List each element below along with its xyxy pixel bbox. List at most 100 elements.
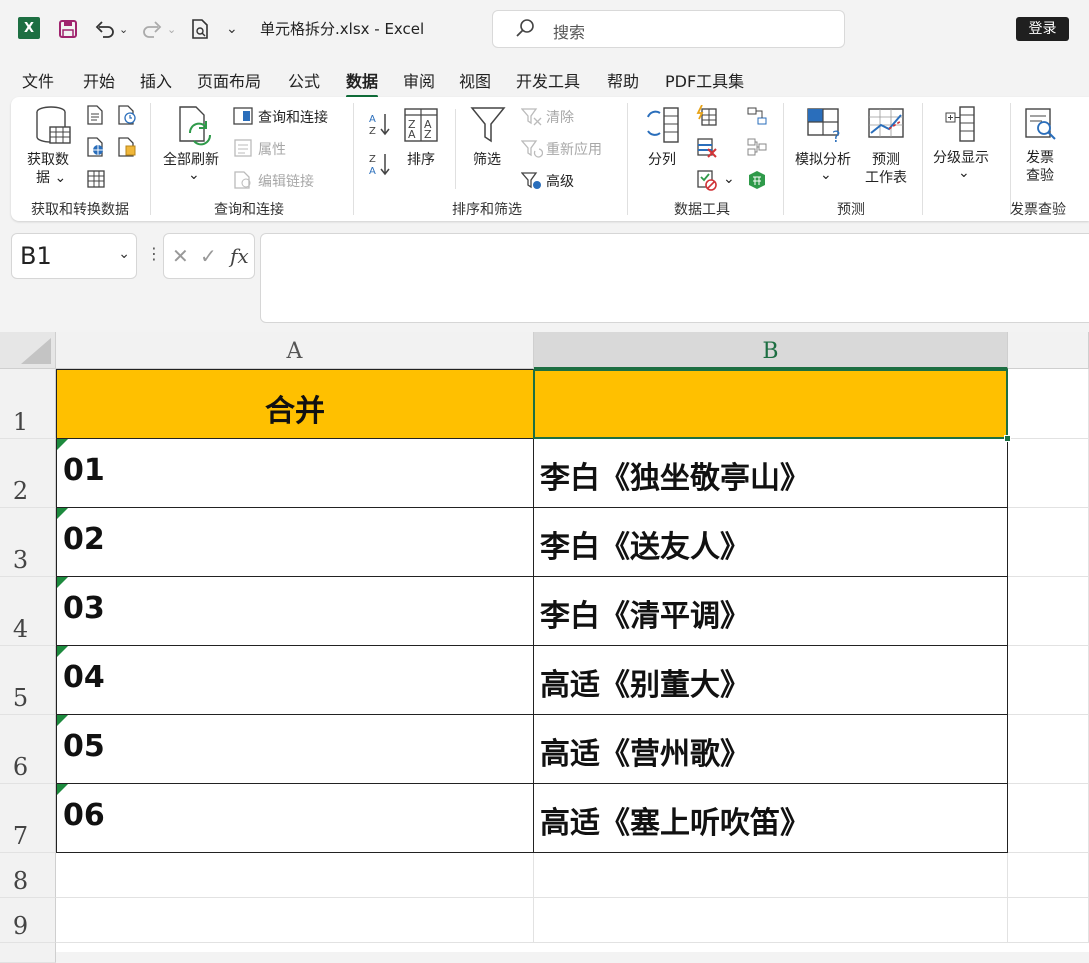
cell-c6[interactable] [1008, 715, 1089, 784]
edit-links-icon[interactable] [233, 171, 253, 193]
forecast-sheet-icon[interactable] [867, 105, 907, 149]
advanced-filter-icon[interactable] [520, 171, 543, 195]
reapply-icon[interactable] [520, 139, 544, 163]
print-preview-icon[interactable] [190, 14, 210, 44]
cell-b9[interactable] [534, 898, 1008, 943]
recent-sources-icon[interactable] [117, 105, 137, 129]
refresh-all-dropdown-icon[interactable]: ⌄ [188, 167, 200, 183]
cell-b2[interactable]: 李白《独坐敬亭山》 [533, 438, 1008, 508]
advanced-filter-label[interactable]: 高级 [546, 171, 574, 191]
tab-view[interactable]: 视图 [459, 68, 491, 92]
enter-icon[interactable]: ✓ [200, 244, 217, 268]
undo-dropdown-icon[interactable]: ⌄ [119, 14, 128, 44]
clear-filter-label[interactable]: 清除 [546, 107, 574, 127]
select-all-corner[interactable] [0, 332, 56, 369]
cell-c3[interactable] [1008, 508, 1089, 577]
reapply-label[interactable]: 重新应用 [546, 139, 602, 159]
refresh-all-label[interactable]: 全部刷新 [163, 149, 219, 169]
tab-developer[interactable]: 开发工具 [516, 68, 580, 92]
tab-home[interactable]: 开始 [83, 68, 115, 92]
redo-icon[interactable] [141, 14, 163, 44]
cell-c2[interactable] [1008, 439, 1089, 508]
cell-a6[interactable]: 05 [56, 714, 534, 784]
edit-links-label[interactable]: 编辑链接 [258, 171, 314, 191]
cell-b3[interactable]: 李白《送友人》 [533, 507, 1008, 577]
row-header[interactable]: 5 [0, 646, 56, 715]
filter-label[interactable]: 筛选 [473, 149, 501, 169]
cell-c8[interactable] [1008, 853, 1089, 898]
cell-a4[interactable]: 03 [56, 576, 534, 646]
consolidate-icon[interactable] [746, 137, 768, 163]
cell-a7[interactable]: 06 [56, 783, 534, 853]
sort-a-z-icon[interactable]: AZ [368, 111, 392, 141]
properties-icon[interactable] [233, 139, 253, 161]
row-header[interactable]: 3 [0, 508, 56, 577]
cell-b6[interactable]: 高适《营州歌》 [533, 714, 1008, 784]
tab-insert[interactable]: 插入 [140, 68, 172, 92]
fill-handle[interactable] [1004, 435, 1011, 442]
get-data-label[interactable]: 获取数 [27, 149, 69, 169]
refresh-all-icon[interactable] [176, 105, 216, 151]
sort-z-a-icon[interactable]: ZA [368, 151, 392, 181]
cell-a8[interactable] [56, 853, 534, 898]
data-model-icon[interactable] [746, 169, 768, 195]
search-box[interactable]: 搜索 [492, 10, 845, 48]
column-header-b[interactable]: B [534, 332, 1008, 369]
outline-icon[interactable] [944, 105, 980, 149]
row-header[interactable]: 1 [0, 369, 56, 439]
row-header[interactable]: 8 [0, 853, 56, 898]
from-table-icon[interactable] [86, 169, 106, 193]
data-validation-icon[interactable] [696, 169, 718, 195]
filter-icon[interactable] [470, 105, 506, 149]
column-header-a[interactable]: A [56, 332, 534, 369]
cell-b5[interactable]: 高适《别董大》 [533, 645, 1008, 715]
cell-a1[interactable]: 合并 [56, 369, 534, 439]
what-if-analysis-icon[interactable]: ? [806, 105, 846, 149]
invoice-check-label-2[interactable]: 查验 [1026, 165, 1054, 185]
cell-b8[interactable] [534, 853, 1008, 898]
queries-connections-label[interactable]: 查询和连接 [258, 107, 328, 127]
outline-dropdown-icon[interactable]: ⌄ [958, 165, 970, 181]
save-icon[interactable] [58, 14, 78, 44]
tab-formulas[interactable]: 公式 [288, 68, 320, 92]
cell-c7[interactable] [1008, 784, 1089, 853]
forecast-sheet-label-2[interactable]: 工作表 [865, 167, 907, 187]
clear-filter-icon[interactable] [520, 107, 543, 131]
insert-function-icon[interactable]: fx [230, 244, 249, 268]
sort-label[interactable]: 排序 [407, 149, 435, 169]
redo-dropdown-icon[interactable]: ⌄ [167, 14, 176, 44]
properties-label[interactable]: 属性 [258, 139, 286, 159]
formula-input[interactable] [260, 233, 1089, 323]
cell-c1[interactable] [1008, 369, 1089, 439]
more-options-icon[interactable]: ⋮ [146, 244, 162, 263]
text-to-columns-icon[interactable] [644, 105, 684, 149]
tab-pdf-tools[interactable]: PDF工具集 [665, 68, 744, 92]
cell-c5[interactable] [1008, 646, 1089, 715]
chevron-down-icon[interactable]: ⌄ [118, 246, 130, 262]
invoice-check-label[interactable]: 发票 [1026, 147, 1054, 167]
flash-fill-icon[interactable] [696, 104, 718, 131]
row-header[interactable]: 7 [0, 784, 56, 853]
from-web-icon[interactable] [86, 137, 106, 161]
row-header[interactable]: 9 [0, 898, 56, 943]
login-button[interactable]: 登录 [1016, 17, 1069, 41]
cell-c4[interactable] [1008, 577, 1089, 646]
tab-help[interactable]: 帮助 [607, 68, 639, 92]
invoice-check-icon[interactable] [1024, 107, 1058, 145]
cell-a2[interactable]: 01 [56, 438, 534, 508]
outline-label[interactable]: 分级显示 [933, 147, 989, 167]
what-if-dropdown-icon[interactable]: ⌄ [820, 167, 832, 183]
name-box[interactable]: B1 ⌄ [11, 233, 137, 279]
cell-a5[interactable]: 04 [56, 645, 534, 715]
text-to-columns-label[interactable]: 分列 [648, 149, 676, 169]
get-data-icon[interactable] [34, 105, 72, 151]
data-validation-dropdown-icon[interactable]: ⌄ [723, 171, 735, 187]
sort-icon[interactable]: ZAAZ [403, 107, 439, 147]
tab-file[interactable]: 文件 [22, 68, 54, 92]
queries-connections-icon[interactable] [233, 107, 253, 129]
cell-a3[interactable]: 02 [56, 507, 534, 577]
cell-a9[interactable] [56, 898, 534, 943]
from-text-icon[interactable] [86, 105, 104, 129]
cancel-icon[interactable]: ✕ [172, 244, 189, 268]
row-header[interactable]: 6 [0, 715, 56, 784]
